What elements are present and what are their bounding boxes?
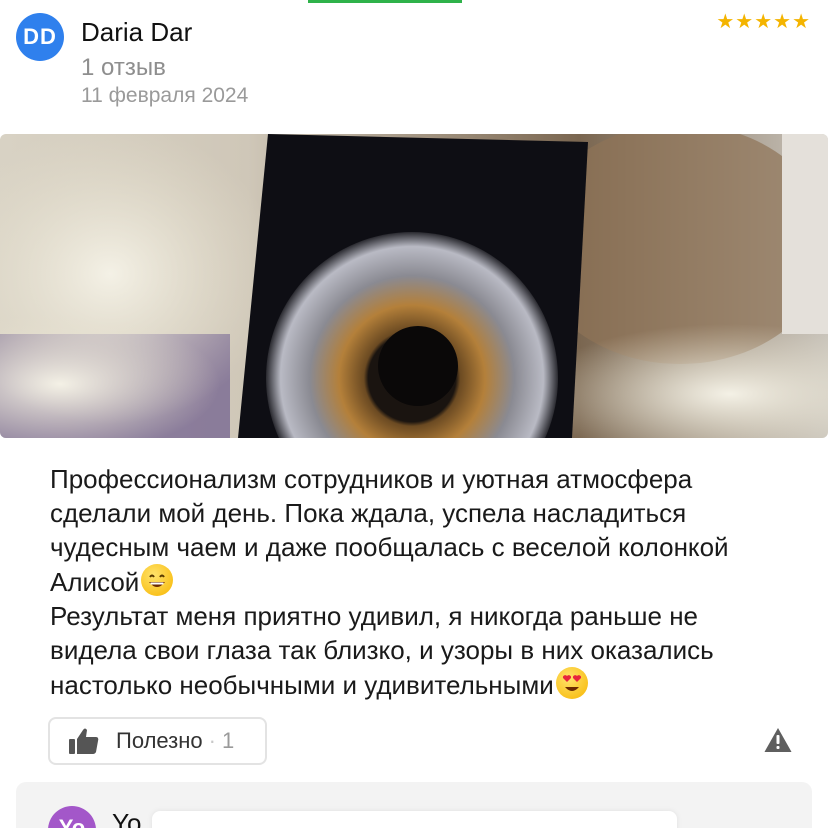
review-text: Профессионализм сотрудников и уютная атм… bbox=[50, 462, 790, 702]
star-icon: ★ bbox=[735, 11, 754, 33]
review-photo[interactable] bbox=[0, 134, 828, 438]
review-paragraph: Результат меня приятно удивил, я никогда… bbox=[50, 601, 714, 700]
next-review-author-name[interactable]: Yo bbox=[112, 808, 141, 828]
active-tab-indicator bbox=[308, 0, 462, 3]
grinning-face-emoji-icon bbox=[141, 564, 174, 596]
author-avatar[interactable]: DD bbox=[16, 13, 64, 61]
separator-dot: · bbox=[208, 728, 216, 753]
helpful-label: Полезно bbox=[116, 728, 203, 753]
review-paragraph: Профессионализм сотрудников и уютная атм… bbox=[50, 464, 729, 597]
author-name[interactable]: Daria Dar bbox=[81, 17, 192, 48]
star-icon: ★ bbox=[716, 11, 735, 33]
star-icon: ★ bbox=[754, 11, 773, 33]
overlay-popup bbox=[152, 811, 677, 828]
review-date: 11 февраля 2024 bbox=[81, 84, 249, 107]
rating-stars: ★ ★ ★ ★ ★ bbox=[716, 12, 810, 32]
iris-photo-image bbox=[0, 134, 828, 438]
helpful-button[interactable]: Полезно · 1 bbox=[48, 717, 267, 765]
heart-eyes-emoji-icon bbox=[555, 667, 588, 699]
author-review-count: 1 отзыв bbox=[81, 54, 166, 81]
thumbs-up-icon bbox=[69, 728, 99, 754]
report-warning-icon[interactable] bbox=[764, 727, 792, 753]
helpful-count: 1 bbox=[221, 728, 235, 753]
star-icon: ★ bbox=[773, 11, 792, 33]
star-icon: ★ bbox=[792, 11, 810, 33]
